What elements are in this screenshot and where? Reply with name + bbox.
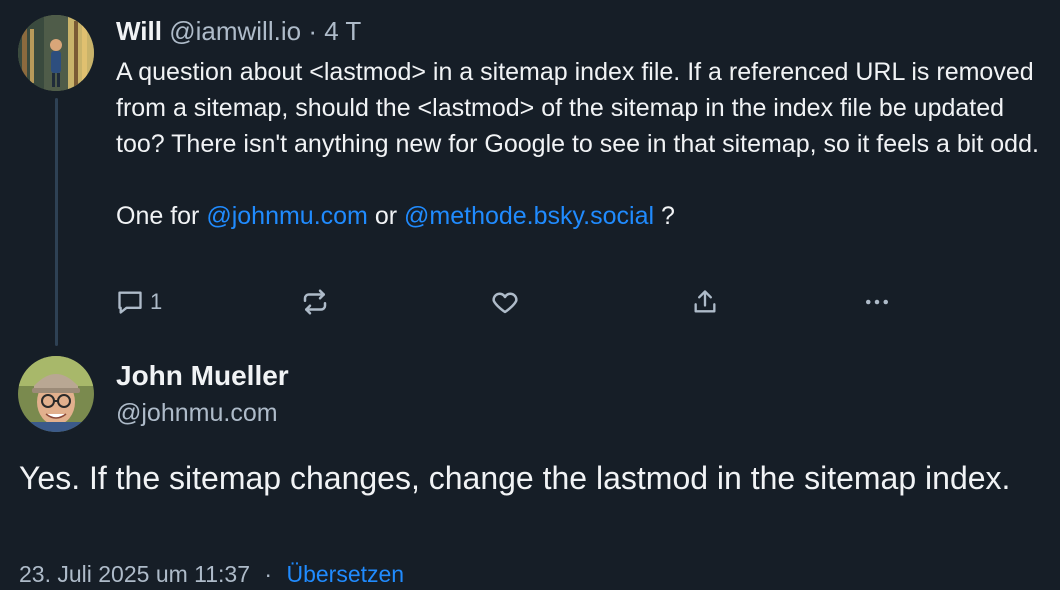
repost-button[interactable] bbox=[300, 284, 330, 320]
parent-author-avatar[interactable] bbox=[18, 15, 94, 91]
meta-separator: · bbox=[264, 561, 273, 587]
translate-link[interactable]: Übersetzen bbox=[286, 561, 404, 587]
parent-author-name[interactable]: Will bbox=[116, 16, 162, 46]
parent-post-text: A question about <lastmod> in a sitemap … bbox=[116, 54, 1041, 234]
share-button[interactable] bbox=[691, 284, 719, 320]
reply-count: 1 bbox=[150, 289, 163, 314]
reply-post-text: Yes. If the sitemap changes, change the … bbox=[19, 460, 1011, 496]
reply-author-avatar[interactable] bbox=[18, 356, 94, 432]
speech-bubble-icon bbox=[118, 291, 142, 314]
repost-arrows-icon bbox=[303, 289, 327, 315]
parent-post-paragraph-1: A question about <lastmod> in a sitemap … bbox=[116, 58, 1039, 158]
reply-timestamp[interactable]: 23. Juli 2025 um 11:37 bbox=[19, 561, 250, 587]
avatar-photo bbox=[18, 15, 94, 91]
mention-link-methode[interactable]: @methode.bsky.social bbox=[404, 202, 654, 230]
thread-connector-line bbox=[55, 98, 58, 346]
reply-post-meta: 23. Juli 2025 um 11:37 · Übersetzen bbox=[19, 558, 404, 590]
parent-author-handle[interactable]: @iamwill.io bbox=[169, 16, 301, 46]
more-options-button[interactable] bbox=[862, 284, 892, 320]
header-separator: · bbox=[308, 16, 317, 46]
parent-post-time[interactable]: 4 T bbox=[324, 16, 361, 46]
paragraph-suffix: ? bbox=[654, 202, 675, 230]
paragraph-mid: or bbox=[367, 202, 405, 230]
reply-button[interactable]: 1 bbox=[116, 284, 162, 320]
parent-post-paragraph-2: One for @johnmu.com or @methode.bsky.soc… bbox=[116, 198, 1041, 234]
parent-post-actions: 1 bbox=[116, 284, 896, 320]
avatar-photo bbox=[18, 356, 94, 432]
heart-icon bbox=[492, 292, 518, 314]
mention-link-johnmu[interactable]: @johnmu.com bbox=[206, 202, 368, 230]
paragraph-prefix: One for bbox=[116, 202, 207, 230]
parent-post-header: Will @iamwill.io · 4 T bbox=[116, 14, 361, 48]
more-dots-icon bbox=[866, 299, 888, 305]
reply-author-name[interactable]: John Mueller bbox=[116, 357, 289, 395]
share-upload-icon bbox=[694, 290, 716, 313]
like-button[interactable] bbox=[490, 284, 520, 320]
reply-author-handle[interactable]: @johnmu.com bbox=[116, 396, 278, 430]
